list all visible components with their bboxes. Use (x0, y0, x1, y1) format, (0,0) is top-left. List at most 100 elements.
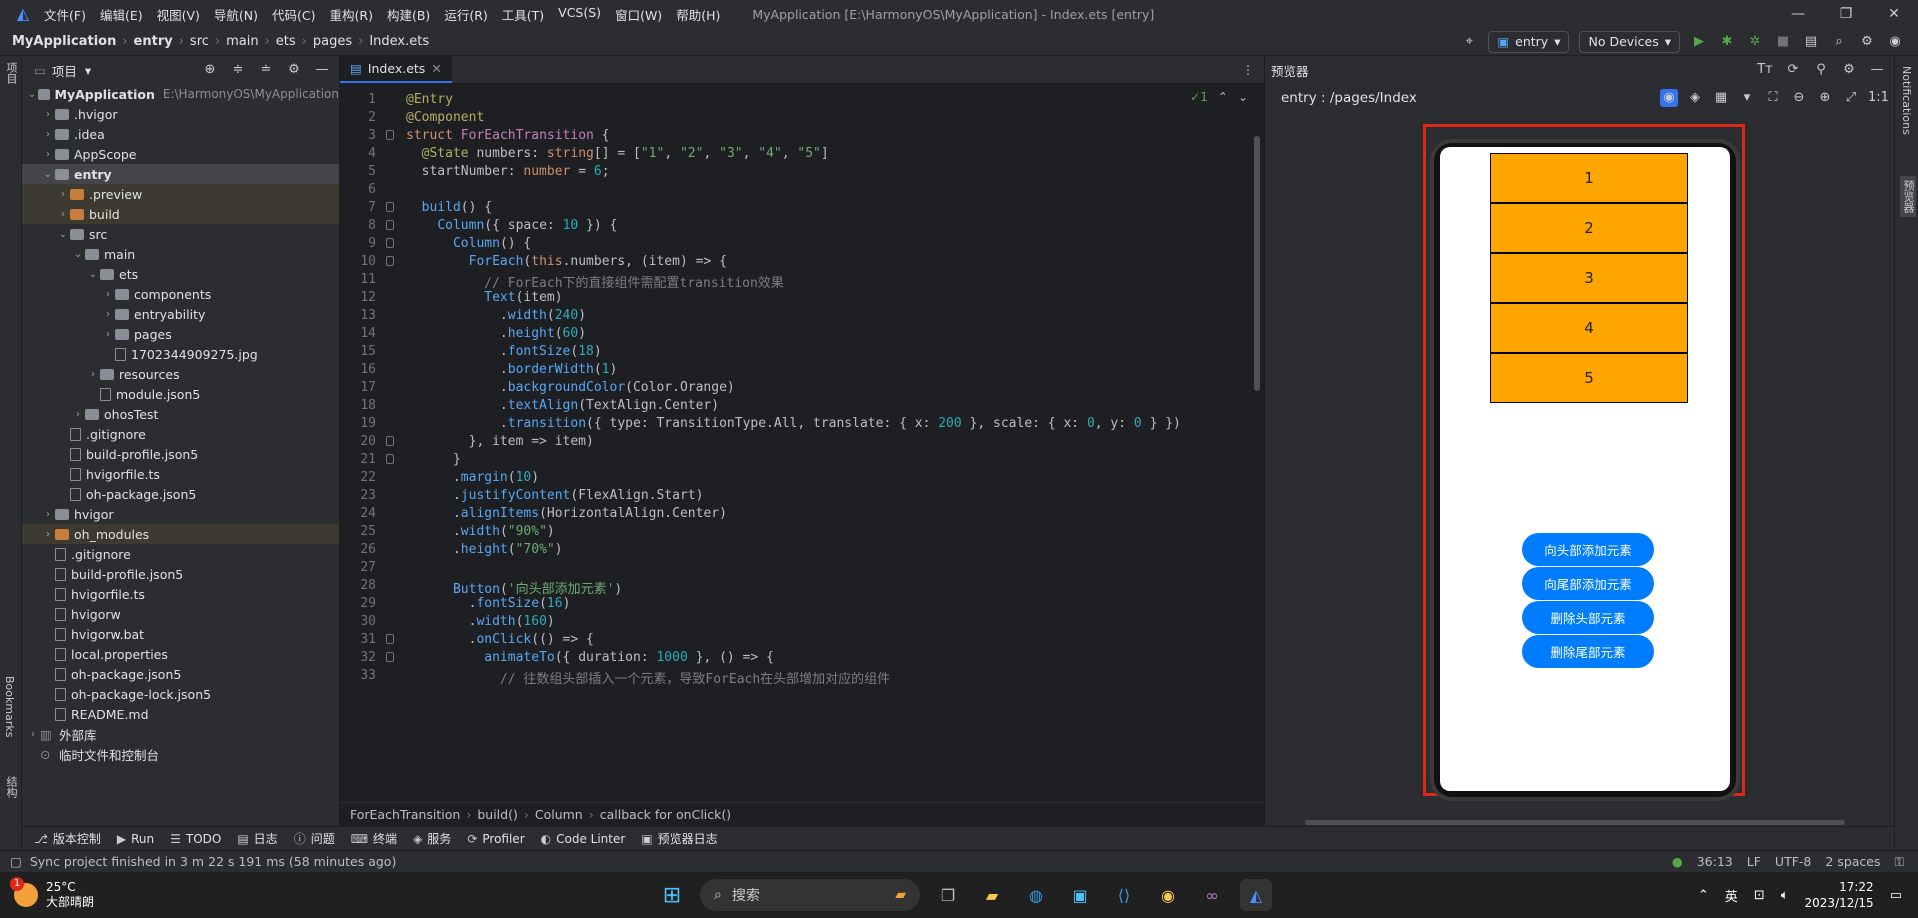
breadcrumb-item[interactable]: MyApplication (12, 34, 116, 49)
code-line[interactable]: .margin(10) (406, 470, 539, 485)
chevron-right-icon[interactable]: › (41, 129, 55, 140)
code-line[interactable]: build() { (406, 200, 492, 215)
more-tabs-icon[interactable]: ⋮ (1242, 63, 1254, 77)
tree-item[interactable]: hvigorw.bat (22, 624, 339, 644)
breadcrumb-item[interactable]: Index.ets (369, 34, 429, 49)
code-line[interactable]: .textAlign(TextAlign.Center) (406, 398, 719, 413)
weather-widget[interactable]: 1 25°C 大部晴朗 (10, 877, 94, 910)
stop-icon[interactable]: ■ (1774, 33, 1792, 51)
code-line[interactable]: animateTo({ duration: 1000 }, () => { (406, 650, 774, 665)
code-line[interactable]: .transition({ type: TransitionType.All, … (406, 416, 1181, 431)
tree-item[interactable]: ⌄ main (22, 244, 339, 264)
volume-icon[interactable]: 🔈︎ (1781, 888, 1789, 903)
line-separator[interactable]: LF (1747, 854, 1761, 869)
tool-window-button[interactable]: ⌨ 终端 (351, 830, 397, 847)
minimize-icon[interactable]: — (1774, 6, 1822, 22)
pin-icon[interactable]: ⚲ (1812, 61, 1830, 79)
hide-panel-icon[interactable]: — (1868, 61, 1886, 79)
vscode-icon[interactable]: ⟨⟩ (1108, 879, 1140, 911)
user-icon[interactable]: ◉ (1886, 33, 1904, 51)
lock-icon[interactable]: ⚿ (1894, 854, 1904, 870)
tree-item[interactable]: › oh_modules (22, 524, 339, 544)
code-line[interactable]: ForEach(this.numbers, (item) => { (406, 254, 727, 269)
tool-window-button[interactable]: ◐ Code Linter (541, 832, 626, 846)
tree-item[interactable]: › components (22, 284, 339, 304)
chevron-down-icon[interactable]: ⌄ (26, 89, 38, 100)
project-tool-button[interactable]: 项目 (3, 62, 19, 84)
chevron-down-icon[interactable]: ⌄ (41, 169, 55, 180)
code-line[interactable]: .alignItems(HorizontalAlign.Center) (406, 506, 727, 521)
close-icon[interactable]: ✕ (1870, 6, 1918, 22)
tree-item[interactable]: ⌄ src (22, 224, 339, 244)
code-line[interactable]: .onClick(() => { (406, 632, 594, 647)
menu-item[interactable]: 窗口(W) (615, 5, 662, 24)
chevron-right-icon[interactable]: › (56, 189, 70, 200)
code-line[interactable]: .height(60) (406, 326, 586, 341)
task-view-icon[interactable]: ❐ (932, 879, 964, 911)
attach-debugger-icon[interactable]: ✲ (1746, 33, 1764, 51)
locate-file-icon[interactable]: ⊕ (201, 61, 219, 79)
tray-overflow-icon[interactable]: ⌃ (1698, 888, 1709, 903)
chevron-right-icon[interactable]: › (41, 149, 55, 160)
tree-item[interactable]: hvigorfile.ts (22, 584, 339, 604)
code-area[interactable]: 1 @Entry 2 @Component 3 struct ForEachTransit… (340, 86, 1264, 802)
debug-icon[interactable]: ✱ (1718, 33, 1736, 51)
edge-browser-icon[interactable]: ◍ (1020, 879, 1052, 911)
panel-toggle-icon[interactable]: ▢ (10, 854, 22, 869)
tree-item[interactable]: .gitignore (22, 544, 339, 564)
tree-item[interactable]: ⊙ 临时文件和控制台 (22, 744, 339, 764)
hide-panel-icon[interactable]: — (313, 61, 331, 79)
code-line[interactable]: .backgroundColor(Color.Orange) (406, 380, 735, 395)
preview-action-button[interactable]: 删除尾部元素 (1522, 635, 1654, 668)
target-icon[interactable]: ⌖ (1460, 33, 1478, 51)
code-line[interactable]: .justifyContent(FlexAlign.Start) (406, 488, 703, 503)
code-breadcrumb-item[interactable]: ForEachTransition (350, 807, 460, 822)
breadcrumb-item[interactable]: pages (313, 34, 352, 49)
code-line[interactable]: Button('向头部添加元素') (406, 578, 622, 597)
tool-window-button[interactable]: ☰ TODO (170, 832, 221, 846)
tree-item[interactable]: local.properties (22, 644, 339, 664)
menu-item[interactable]: VCS(S) (558, 5, 601, 24)
chevron-down-icon[interactable]: ⌄ (86, 269, 100, 280)
zoom-in-icon[interactable]: ⊕ (1816, 89, 1834, 107)
taskbar-clock[interactable]: 17:22 2023/12/15 (1805, 879, 1874, 911)
tool-window-button[interactable]: ⟳ Profiler (467, 832, 524, 846)
tree-item[interactable]: ⌄ MyApplication E:\HarmonyOS\MyApplication (22, 84, 339, 104)
inspector-icon[interactable]: ◉ (1660, 89, 1678, 107)
search-icon[interactable]: ⌕ (1830, 33, 1848, 51)
preview-action-button[interactable]: 向头部添加元素 (1522, 533, 1654, 566)
taskbar-search[interactable]: ⌕ 搜索 ▰ (700, 879, 920, 911)
tool-window-button[interactable]: ▤ 日志 (237, 830, 277, 847)
tool-window-button[interactable]: ⎇ 版本控制 (34, 830, 101, 847)
tool-window-button[interactable]: ⓘ 问题 (294, 830, 335, 847)
code-line[interactable]: .width(240) (406, 308, 586, 323)
fit-screen-icon[interactable]: ⤢ (1842, 89, 1860, 107)
code-line[interactable]: struct ForEachTransition { (406, 128, 610, 143)
tree-item[interactable]: › resources (22, 364, 339, 384)
code-line[interactable]: @Component (406, 110, 484, 125)
tree-item[interactable]: module.json5 (22, 384, 339, 404)
breadcrumb-item[interactable]: main (226, 34, 258, 49)
chevron-right-icon[interactable]: › (26, 729, 40, 740)
actual-size-icon[interactable]: 1:1 (1868, 89, 1889, 107)
tree-item[interactable]: › hvigor (22, 504, 339, 524)
text-size-icon[interactable]: Tт (1756, 61, 1774, 79)
code-line[interactable]: .fontSize(18) (406, 344, 602, 359)
editor-scrollbar[interactable] (1254, 136, 1260, 391)
tree-item[interactable]: › entryability (22, 304, 339, 324)
settings-icon[interactable]: ⚙ (285, 61, 303, 79)
tree-item[interactable]: 1702344909275.jpg (22, 344, 339, 364)
code-breadcrumb-item[interactable]: Column (535, 807, 583, 822)
code-line[interactable]: // 往数组头部插入一个元素，导致ForEach在头部增加对应的组件 (406, 668, 890, 687)
chevron-right-icon[interactable]: › (86, 369, 100, 380)
code-line[interactable]: startNumber: number = 6; (406, 164, 610, 179)
tree-item[interactable]: hvigorfile.ts (22, 464, 339, 484)
tree-item[interactable]: oh-package.json5 (22, 484, 339, 504)
preview-action-button[interactable]: 删除头部元素 (1522, 601, 1654, 634)
file-encoding[interactable]: UTF-8 (1775, 854, 1811, 869)
menu-item[interactable]: 文件(F) (44, 5, 86, 24)
restore-icon[interactable]: ❐ (1822, 6, 1870, 22)
previewer-tool-button[interactable]: 预览器 (1900, 176, 1916, 217)
expand-all-icon[interactable]: ≑ (229, 61, 247, 79)
refresh-icon[interactable]: ⟳ (1784, 61, 1802, 79)
